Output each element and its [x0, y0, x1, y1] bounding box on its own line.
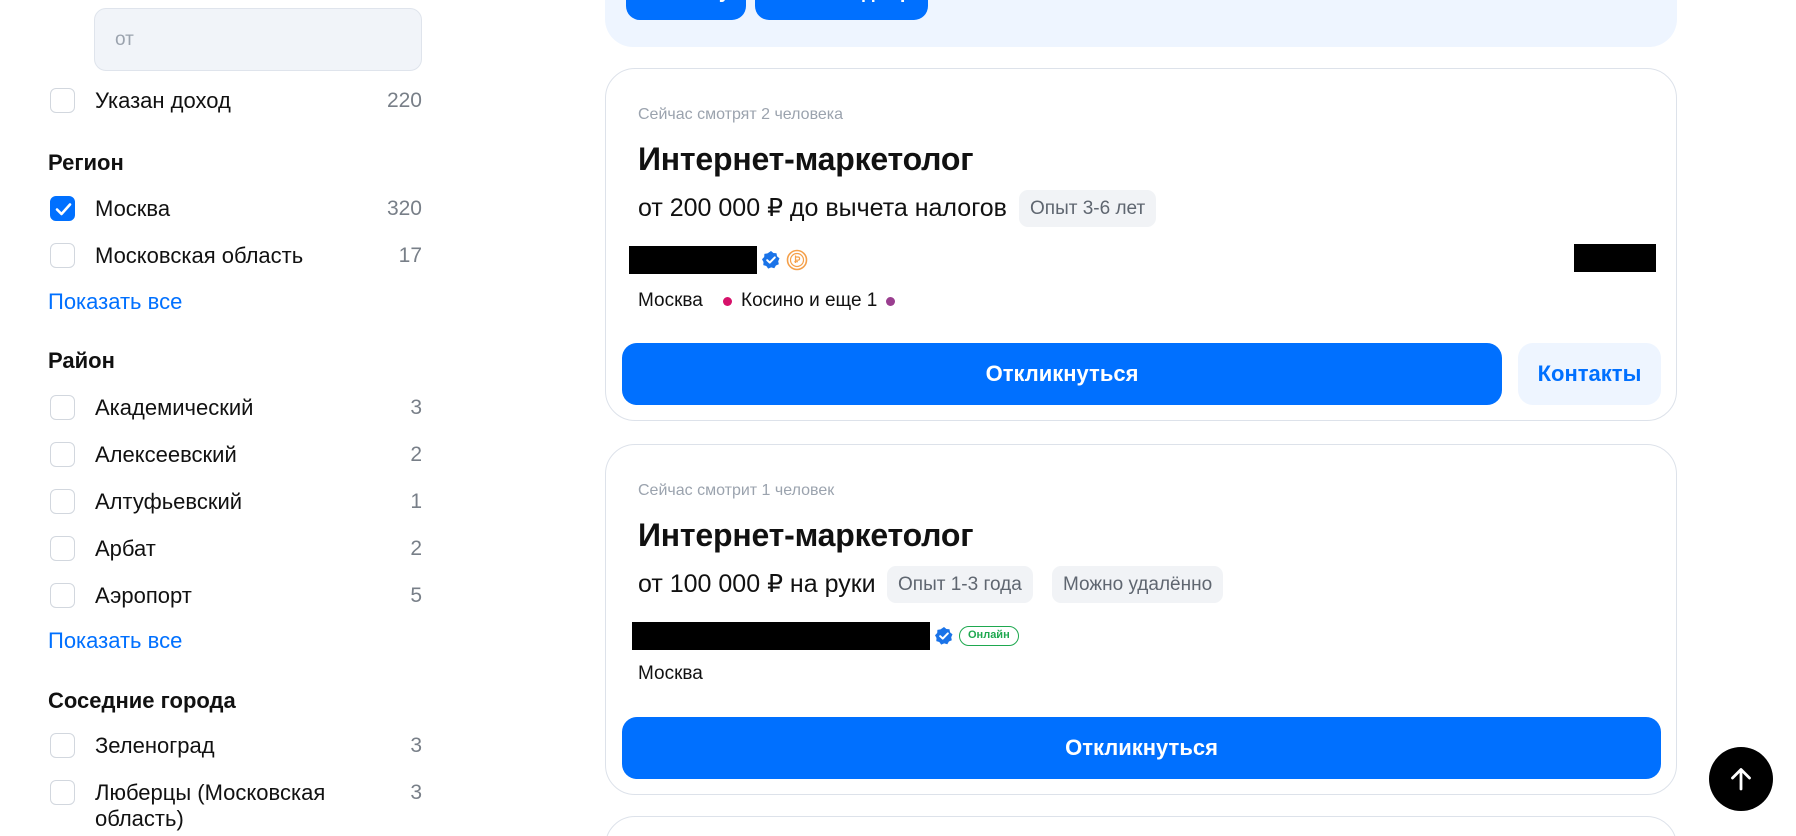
filter-label: Академический: [95, 395, 254, 420]
verified-check-icon: [935, 627, 953, 645]
filter-count: 2: [410, 443, 422, 466]
employer-logo-redacted: [1574, 244, 1656, 272]
filter-district-item[interactable]: Алтуфьевский 1: [48, 481, 422, 521]
region-section-title: Регион: [48, 150, 124, 175]
experience-tag: Опыт 3-6 лет: [1019, 190, 1157, 227]
scroll-to-top-button[interactable]: [1709, 747, 1773, 811]
filter-district-item[interactable]: Арбат 2: [48, 528, 422, 568]
filter-label: Зеленоград: [95, 733, 215, 758]
filter-label: Люберцы (Московская область): [95, 780, 326, 831]
filter-label: Алтуфьевский: [95, 489, 243, 514]
region-show-all-link[interactable]: Показать все: [48, 289, 182, 315]
online-badge: Онлайн: [959, 626, 1019, 646]
checkbox[interactable]: [50, 583, 75, 608]
respond-button[interactable]: Откликнуться: [622, 343, 1502, 405]
filter-nearby-city-item[interactable]: Люберцы (Московская область) 3: [48, 772, 422, 832]
vacancy-card[interactable]: Сейчас смотрят 2 человека Интернет-марке…: [605, 68, 1677, 421]
salary-from-input[interactable]: [94, 8, 422, 71]
company-name-redacted[interactable]: [632, 622, 930, 650]
checkbox-checked[interactable]: [50, 196, 75, 221]
filter-district-item[interactable]: Академический 3: [48, 387, 422, 427]
respond-button[interactable]: Откликнуться: [622, 717, 1661, 779]
location-city: Москва: [638, 290, 703, 311]
district-show-all-link[interactable]: Показать все: [48, 628, 182, 654]
remote-tag: Можно удалённо: [1052, 566, 1224, 603]
filter-nearby-city-item[interactable]: Зеленоград 3: [48, 725, 422, 765]
subscription-panel: На почту В мессенджер: [605, 0, 1677, 47]
checkbox[interactable]: [50, 243, 75, 268]
filter-count: 3: [410, 396, 422, 419]
filter-count: 2: [410, 537, 422, 560]
filter-label: Москва: [95, 196, 171, 221]
location-city: Москва: [638, 663, 703, 684]
location-metro: Косино и еще 1: [741, 290, 878, 311]
filter-region-moscow[interactable]: Москва 320: [48, 188, 422, 228]
checkbox[interactable]: [50, 733, 75, 758]
coin-icon: [786, 249, 808, 271]
verified-check-icon: [762, 251, 780, 269]
filter-label: Алексеевский: [95, 442, 237, 467]
checkmark-icon: [55, 203, 72, 216]
checkbox[interactable]: [50, 395, 75, 420]
district-section-title: Район: [48, 348, 115, 373]
vacancy-card[interactable]: Сейчас смотрит 1 человек Интернет-маркет…: [605, 444, 1677, 795]
metro-line-dot: [886, 297, 895, 306]
filter-count: 3: [410, 781, 422, 804]
vacancy-title[interactable]: Интернет-маркетолог: [638, 517, 974, 554]
vacancy-card[interactable]: [605, 816, 1677, 836]
experience-tag: Опыт 1-3 года: [887, 566, 1033, 603]
filter-income-specified[interactable]: Указан доход 220: [48, 80, 422, 120]
filter-region-moscow-oblast[interactable]: Московская область 17: [48, 235, 422, 275]
checkbox[interactable]: [50, 442, 75, 467]
filter-label: Указан доход: [95, 88, 231, 113]
contacts-button[interactable]: Контакты: [1518, 343, 1661, 405]
filter-label: Аэропорт: [95, 583, 192, 608]
filter-district-item[interactable]: Аэропорт 5: [48, 575, 422, 615]
filter-count: 17: [398, 244, 422, 267]
nearby-cities-section-title: Соседние города: [48, 688, 236, 713]
vacancy-salary: от 200 000 ₽ до вычета налогов: [638, 194, 1007, 222]
watchers-count: Сейчас смотрит 1 человек: [638, 482, 835, 499]
filter-count: 5: [410, 584, 422, 607]
arrow-up-icon: [1731, 768, 1751, 791]
filters-sidebar: Указан доход 220 Регион Москва 320 Моско…: [0, 0, 460, 836]
checkbox[interactable]: [50, 780, 75, 805]
checkbox[interactable]: [50, 88, 75, 113]
vacancy-title[interactable]: Интернет-маркетолог: [638, 141, 974, 178]
filter-district-item[interactable]: Алексеевский 2: [48, 434, 422, 474]
checkbox[interactable]: [50, 536, 75, 561]
filter-label: Московская область: [95, 243, 304, 268]
filter-count: 220: [386, 89, 422, 112]
vacancy-salary: от 100 000 ₽ на руки: [638, 570, 876, 598]
watchers-count: Сейчас смотрят 2 человека: [638, 106, 844, 123]
company-name-redacted[interactable]: [629, 246, 757, 274]
notify-email-button[interactable]: На почту: [626, 0, 746, 20]
notify-messenger-button[interactable]: В мессенджер: [755, 0, 929, 20]
filter-count: 1: [410, 490, 422, 513]
checkbox[interactable]: [50, 489, 75, 514]
filter-count: 320: [386, 197, 422, 220]
metro-line-dot: [723, 297, 732, 306]
filter-label: Арбат: [95, 536, 156, 561]
filter-count: 3: [410, 734, 422, 757]
